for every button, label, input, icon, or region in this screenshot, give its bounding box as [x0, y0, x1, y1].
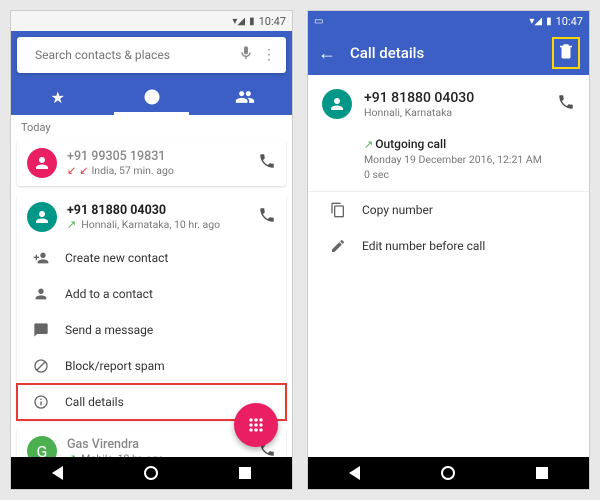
info-icon [31, 394, 51, 410]
contact-loc: Honnali, Karnataka [364, 106, 545, 119]
event-duration: 0 sec [364, 168, 575, 181]
call-card-expanded: +91 81880 04030 ↗Honnali, Karnataka, 10 … [17, 194, 286, 420]
signal-icon: ▾◢ [529, 16, 542, 27]
clock: 10:47 [259, 15, 286, 28]
call-sub: ↙↙India, 57 min. ago [67, 164, 248, 177]
clock: 10:47 [556, 15, 583, 28]
action-copy-number[interactable]: Copy number [308, 192, 589, 228]
screen-call-details: ▭ ▾◢ ▮ 10:47 ← Call details +91 81880 04… [307, 10, 590, 490]
page-title: Call details [350, 44, 539, 62]
top-tabs: ★ [11, 79, 292, 115]
event-time: Monday 19 December 2016, 12:21 AM [364, 153, 575, 166]
opt-add-contact[interactable]: Add to a contact [17, 276, 286, 312]
call-entry[interactable]: +91 81880 04030 ↗Honnali, Karnataka, 10 … [17, 194, 286, 240]
call-card: +91 99305 19831 ↙↙India, 57 min. ago [17, 140, 286, 186]
nav-back[interactable] [349, 466, 360, 480]
call-event: ↗Outgoing call Monday 19 December 2016, … [308, 133, 589, 192]
avatar-icon [27, 202, 57, 232]
tab-favorites[interactable]: ★ [11, 79, 105, 115]
card-icon: ▭ [314, 16, 323, 27]
search-input[interactable] [35, 48, 230, 62]
section-today: Today [11, 115, 292, 136]
mic-icon[interactable] [238, 45, 254, 65]
nav-home[interactable] [441, 466, 455, 480]
nav-bar [11, 457, 292, 489]
action-edit-number[interactable]: Edit number before call [308, 228, 589, 264]
app-bar: ← Call details [308, 31, 589, 75]
avatar-icon [322, 89, 352, 119]
nav-bar [308, 457, 589, 489]
avatar-icon [27, 148, 57, 178]
nav-recents[interactable] [536, 467, 548, 479]
overflow-icon[interactable]: ⋮ [262, 47, 276, 63]
message-icon [31, 322, 51, 338]
event-type: ↗Outgoing call [364, 137, 575, 151]
call-number: +91 99305 19831 [67, 149, 248, 164]
block-icon [31, 358, 51, 374]
opt-send-message[interactable]: Send a message [17, 312, 286, 348]
nav-recents[interactable] [239, 467, 251, 479]
person-add-icon [31, 250, 51, 266]
missed-icon: ↙ [79, 164, 88, 177]
edit-icon [328, 238, 348, 254]
tab-contacts[interactable] [198, 79, 292, 115]
opt-block[interactable]: Block/report spam [17, 348, 286, 384]
contact-number: +91 81880 04030 [364, 90, 545, 106]
opt-create-contact[interactable]: Create new contact [17, 240, 286, 276]
screen-call-log: ▾◢ ▮ 10:47 ⋮ ★ Today +91 99305 19831 ↙↙I… [10, 10, 293, 490]
person-icon [31, 286, 51, 302]
dialpad-fab[interactable] [234, 403, 278, 447]
delete-button[interactable] [553, 38, 579, 68]
call-button[interactable] [258, 206, 276, 228]
call-name: Gas Virendra [67, 437, 248, 452]
signal-icon: ▾◢ [232, 16, 245, 27]
call-button[interactable] [258, 152, 276, 174]
contact-header: +91 81880 04030 Honnali, Karnataka [308, 75, 589, 133]
call-sub: ↗Honnali, Karnataka, 10 hr. ago [67, 218, 248, 231]
spacer [308, 264, 589, 457]
call-number: +91 81880 04030 [67, 203, 248, 218]
call-entry[interactable]: +91 99305 19831 ↙↙India, 57 min. ago [17, 140, 286, 186]
search-bar[interactable]: ⋮ [17, 37, 286, 73]
battery-icon: ▮ [249, 16, 255, 27]
avatar-initial: G [27, 436, 57, 457]
copy-icon [328, 202, 348, 218]
outgoing-icon: ↗ [364, 138, 373, 151]
missed-icon: ↙ [67, 164, 76, 177]
call-button[interactable] [557, 93, 575, 115]
nav-back[interactable] [52, 466, 63, 480]
status-bar: ▭ ▾◢ ▮ 10:47 [308, 11, 589, 31]
battery-icon: ▮ [546, 16, 552, 27]
tab-recents[interactable] [105, 79, 199, 115]
back-button[interactable]: ← [318, 43, 336, 64]
outgoing-icon: ↗ [67, 218, 76, 231]
nav-home[interactable] [144, 466, 158, 480]
header-area: ⋮ [11, 31, 292, 79]
status-bar: ▾◢ ▮ 10:47 [11, 11, 292, 31]
